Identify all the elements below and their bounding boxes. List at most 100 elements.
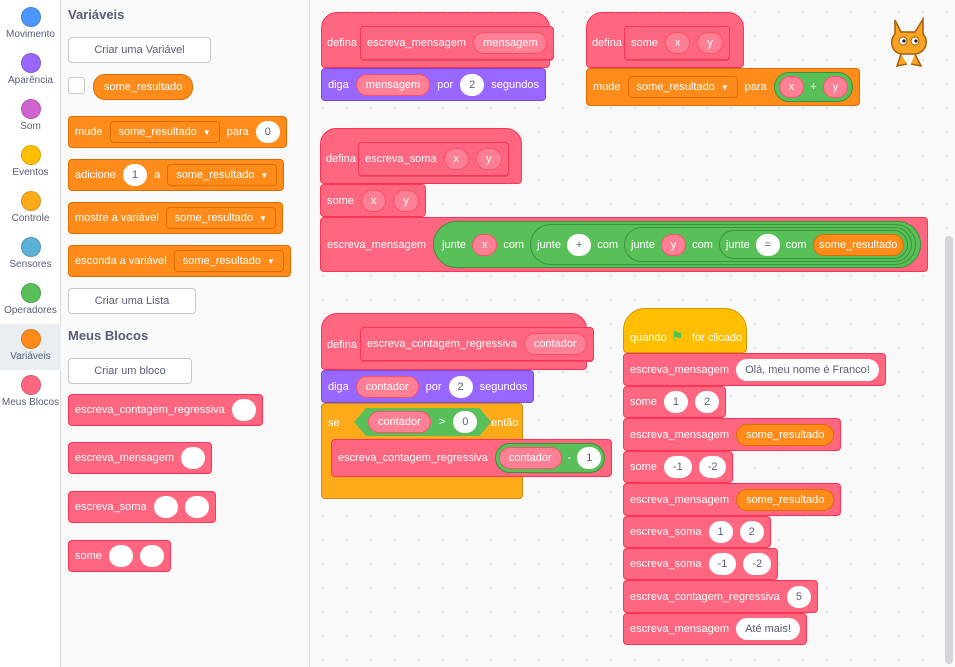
set-variable-block[interactable]: mude some_resultado ▼ para 0 [68,116,287,148]
param-reporter[interactable]: contador [368,411,431,433]
show-variable-block[interactable]: mostre a variável some_resultado ▼ [68,202,283,234]
value-input[interactable]: 1 [663,391,689,413]
category-control[interactable]: Controle [0,186,61,232]
stack-block-5[interactable]: escreva_mensagem some_resultado [623,483,842,516]
value-input[interactable]: 2 [448,375,473,398]
param-reporter[interactable]: y [660,233,687,256]
palette-block-some[interactable]: some [68,540,171,572]
define-some-hat[interactable]: defina some x y [586,12,744,68]
stack-block-4[interactable]: some -1 -2 [623,451,734,483]
palette-block-sum[interactable]: escreva_soma [68,491,216,523]
join-operator[interactable]: junte = com some_resultado [718,230,908,259]
join-operator[interactable]: junte x com junte + com junte y com junt… [433,221,921,268]
create-block-button[interactable]: Criar um bloco [68,358,192,384]
define-sum-hat[interactable]: defina escreva_soma x y [320,128,522,184]
hide-variable-block[interactable]: esconda a variável some_resultado ▼ [68,245,291,277]
empty-input[interactable] [231,399,256,421]
greater-than-operator[interactable]: contador > 0 [354,408,491,436]
stack-block-9[interactable]: escreva_mensagem Até mais! [623,613,807,645]
value-input[interactable]: + [566,233,592,256]
variable-reporter[interactable]: some_resultado [736,423,835,446]
join-operator[interactable]: junte y com junte = com some_resultado [624,227,912,262]
variable-dropdown[interactable]: some_resultado ▼ [173,250,284,272]
param-reporter[interactable]: contador [498,447,562,469]
stack-block-3[interactable]: escreva_mensagem some_resultado [623,418,842,451]
join-operator[interactable]: junte + com junte y com junte = com some… [530,224,916,265]
value-input[interactable]: Até mais! [736,618,800,640]
value-input[interactable]: -2 [698,456,727,478]
workspace-scrollbar[interactable] [945,236,953,664]
subtract-operator[interactable]: contador - 1 [494,443,606,473]
stack-block-6[interactable]: escreva_soma 1 2 [623,516,771,548]
variable-reporter[interactable]: some_resultado [736,488,835,511]
value-input[interactable]: -1 [663,456,692,478]
category-myblocks[interactable]: Meus Blocos [0,370,61,416]
param-reporter[interactable]: x [778,76,805,98]
value-input[interactable]: -2 [743,553,772,575]
category-sound[interactable]: Som [0,94,61,140]
palette-block-message[interactable]: escreva_mensagem [68,442,213,474]
category-motion[interactable]: Movimento [0,2,61,48]
set-variable-block[interactable]: mude some_resultado ▼ para x + y [586,68,861,106]
category-events[interactable]: Eventos [0,140,61,186]
param-reporter[interactable]: y [393,189,419,212]
value-input[interactable]: 5 [786,585,811,608]
param-reporter[interactable]: x [360,189,387,212]
call-message-block[interactable]: escreva_mensagem junte x com junte + com… [320,217,928,272]
category-operators[interactable]: Operadores [0,278,61,324]
param-reporter[interactable]: mensagem [355,73,431,96]
value-input[interactable]: 2 [695,391,720,413]
when-flag-clicked-hat[interactable]: quando ⚑ for clicado [623,308,747,353]
script-workspace[interactable]: defina escreva_mensagem mensagem diga me… [311,0,955,667]
variable-reporter[interactable]: some_resultado [812,233,904,256]
param-reporter[interactable]: y [697,32,723,54]
param-reporter[interactable]: x [664,32,691,54]
stack-block-1[interactable]: escreva_mensagem Olá, meu nome é Franco! [623,353,886,386]
param-reporter[interactable]: mensagem [473,32,548,54]
variable-dropdown[interactable]: some_resultado ▼ [165,207,276,229]
empty-input[interactable] [181,447,206,469]
value-input[interactable]: Olá, meu nome é Franco! [736,358,879,381]
category-variables[interactable]: Variáveis [0,324,61,370]
value-input[interactable]: 1 [577,447,602,469]
category-looks[interactable]: Aparência [0,48,61,94]
stack-block-2[interactable]: some 1 2 [623,386,727,418]
variable-checkbox[interactable] [68,77,85,94]
value-input[interactable]: -1 [708,553,737,575]
value-input[interactable]: 1 [122,164,148,186]
empty-input[interactable] [139,545,164,567]
category-sensing[interactable]: Sensores [0,232,61,278]
param-reporter[interactable]: y [476,148,502,170]
stack-block-7[interactable]: escreva_soma -1 -2 [623,548,779,580]
param-reporter[interactable]: contador [523,333,587,355]
say-for-secs-block[interactable]: diga mensagem por 2 segundos [321,68,546,101]
empty-input[interactable] [153,496,178,518]
value-input[interactable]: = [755,233,780,256]
value-input[interactable]: 0 [255,121,280,143]
param-reporter[interactable]: contador [355,375,419,398]
create-variable-button[interactable]: Criar uma Variável [68,37,211,63]
create-list-button[interactable]: Criar uma Lista [68,288,196,314]
call-some-block[interactable]: some x y [320,184,426,217]
param-reporter[interactable]: x [471,233,498,256]
value-input[interactable]: 2 [739,521,764,543]
variable-dropdown[interactable]: some_resultado ▼ [109,121,220,143]
value-input[interactable]: 2 [460,73,485,96]
param-reporter[interactable]: y [822,76,849,98]
param-reporter[interactable]: x [443,148,470,170]
add-operator[interactable]: x + y [773,72,854,102]
empty-input[interactable] [184,496,209,518]
stack-block-8[interactable]: escreva_contagem_regressiva 5 [623,580,818,613]
define-message-hat[interactable]: defina escreva_mensagem mensagem [321,12,555,68]
variable-reporter[interactable]: some_resultado [93,74,194,100]
variable-dropdown[interactable]: some_resultado ▼ [167,164,278,186]
palette-block-countdown[interactable]: escreva_contagem_regressiva [68,394,263,426]
value-input[interactable]: 0 [453,411,477,433]
change-variable-block[interactable]: adicione 1 a some_resultado ▼ [68,159,285,191]
call-countdown-block[interactable]: escreva_contagem_regressiva contador - 1 [331,439,613,477]
variable-dropdown[interactable]: some_resultado ▼ [627,76,738,98]
say-for-secs-block[interactable]: diga contador por 2 segundos [321,370,535,403]
define-countdown-hat[interactable]: defina escreva_contagem_regressiva conta… [321,313,594,370]
value-input[interactable]: 1 [708,521,733,543]
empty-input[interactable] [108,545,133,567]
